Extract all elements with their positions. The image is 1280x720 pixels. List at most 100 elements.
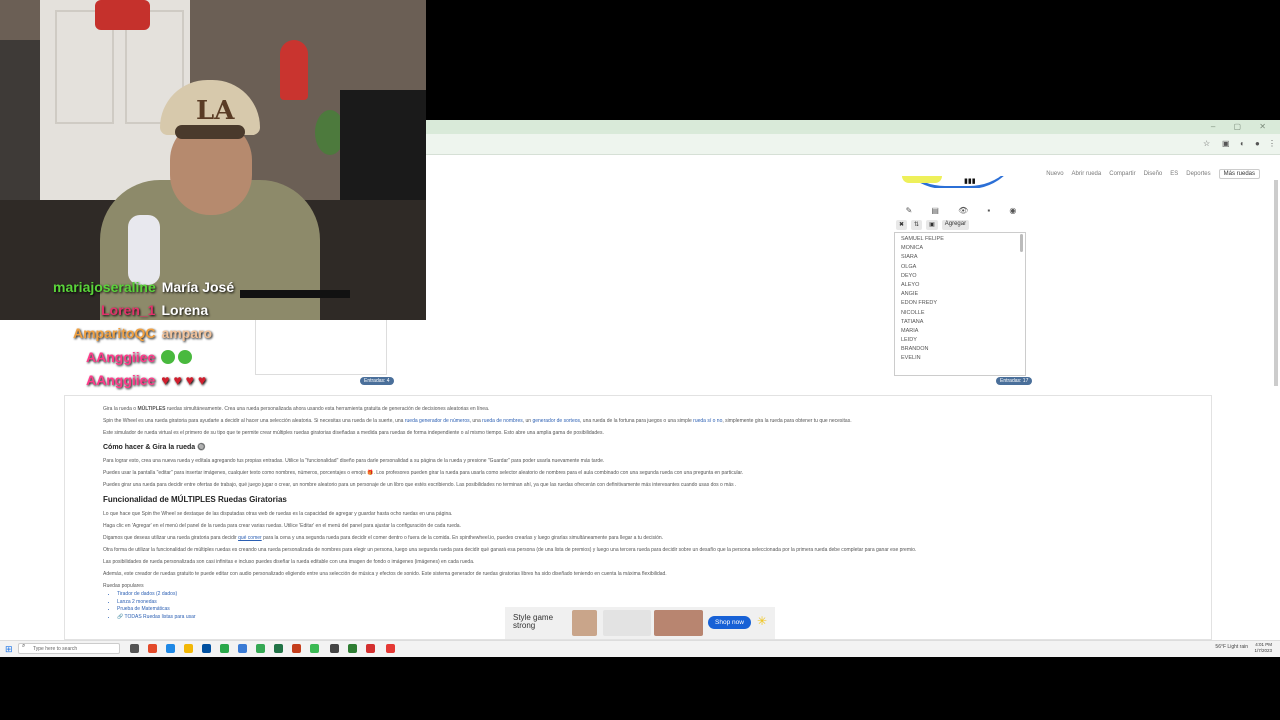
microphone: [128, 215, 160, 285]
more-wheels-button[interactable]: Más ruedas: [1218, 169, 1260, 179]
name-entry: EDON FREDY: [901, 300, 938, 307]
chat-message: AAnggiiee ♥ ♥ ♥ ♥: [86, 372, 206, 388]
obs-icon[interactable]: [330, 644, 339, 653]
sort-button[interactable]: ⇅: [911, 220, 923, 230]
star-icon[interactable]: ☆: [1203, 139, 1210, 148]
heart-icon: ♥: [161, 372, 174, 388]
color-icon[interactable]: ◉: [1009, 206, 1016, 218]
chat-username: AmparitoQC: [73, 325, 156, 341]
chat-text: Lorena: [161, 302, 209, 318]
webcam-overlay: LA: [0, 0, 426, 320]
heart-icon: ♥: [185, 372, 198, 388]
name-entry: SIARA: [901, 254, 918, 261]
app-icon[interactable]: [310, 644, 319, 653]
hide-icon[interactable]: 👁: [958, 206, 968, 218]
name-entry: MARIA: [901, 327, 919, 334]
speaker: [340, 90, 426, 210]
ad-product-image: [572, 610, 597, 636]
chat-username: Loren_1: [101, 302, 156, 318]
names-textarea[interactable]: SAMUEL FELIPE MONICA SIARA OLGA DEYO ALEYO ANG…: [894, 232, 1026, 376]
ad-product-image: [603, 610, 651, 636]
nav-design[interactable]: Diseño: [1144, 171, 1163, 177]
file-explorer-icon[interactable]: [184, 644, 193, 653]
multi-paragraph-6: Además, este creador de ruedas gratuito …: [103, 571, 667, 577]
clock[interactable]: 4:01 PM 1/7/2023: [1254, 642, 1272, 654]
edge-icon[interactable]: [166, 644, 175, 653]
weather-widget[interactable]: 56°F Light rain: [1215, 644, 1248, 650]
shop-now-button[interactable]: Shop now: [708, 616, 751, 629]
date: 1/7/2023: [1254, 648, 1272, 653]
task-view-icon[interactable]: [130, 644, 139, 653]
windows-start-icon[interactable]: ⊞: [5, 644, 13, 655]
name-entry: SAMUEL FELIPE: [901, 236, 944, 242]
app-icon[interactable]: [238, 644, 247, 653]
chrome-icon[interactable]: [256, 644, 265, 653]
name-entry: OLGA: [901, 263, 917, 270]
simulator-paragraph: Este simulador de rueda virtual es el pr…: [103, 430, 604, 436]
name-entry: DEYO: [901, 272, 917, 279]
article-content: Gira la rueda o MÚLTIPLES ruedas simultá…: [64, 395, 1212, 640]
taskbar-search-input[interactable]: Type here to search: [18, 643, 120, 654]
raffle-generator-link[interactable]: generador de sorteos: [532, 418, 580, 424]
app-icon[interactable]: [148, 644, 157, 653]
nav-new[interactable]: Nuevo: [1046, 171, 1063, 177]
wheel-panel-tools: ✎ ▤ 👁 ▪ ◉: [896, 206, 1026, 218]
number-generator-link[interactable]: rueda generador de números: [405, 418, 470, 424]
name-entry: TATIANA: [901, 318, 924, 325]
cap-brim: [175, 125, 245, 139]
menu-icon[interactable]: ⋮: [1268, 139, 1276, 148]
left-wheel-entries[interactable]: [255, 320, 387, 375]
image-button[interactable]: ▣: [926, 220, 938, 230]
nav-open[interactable]: Abrir rueda: [1072, 171, 1102, 177]
avatar-icon[interactable]: ●: [1255, 139, 1260, 148]
multi-paragraph-2: Haga clic en 'Agregar' en el menú del pa…: [103, 523, 461, 529]
nav-share[interactable]: Compartir: [1109, 171, 1135, 177]
app-icon[interactable]: [386, 644, 395, 653]
edit-icon[interactable]: ✎: [906, 206, 913, 218]
ad-headline: Style game strong: [513, 613, 554, 630]
app-icon[interactable]: [348, 644, 357, 653]
window-controls[interactable]: – ▢ ✕: [1211, 122, 1274, 131]
spin-paragraph: Spin the Wheel es una rueda giratoria pa…: [103, 418, 852, 424]
wheel-segment: [902, 176, 942, 183]
names-wheel-link[interactable]: rueda de nombres: [482, 418, 523, 424]
app-icon[interactable]: [366, 644, 375, 653]
name-entry: MONICA: [901, 245, 923, 252]
chat-username: mariajoseraline: [53, 279, 156, 295]
chat-message: mariajoseraline María José: [53, 279, 234, 295]
left-entries-badge: Entradas: 4: [360, 377, 394, 385]
multi-paragraph-5: Las posibilidades de rueda personalizada…: [103, 559, 475, 565]
multi-paragraph-4: Otra forma de utilizar la funcionalidad …: [103, 547, 917, 553]
howto-paragraph-3: Puedes girar una rueda para decidir entr…: [103, 482, 737, 488]
chat-message: AmparitoQC amparo: [73, 325, 212, 341]
howto-paragraph-1: Para lograr esto, crea una nueva rueda y…: [103, 458, 605, 464]
nav-language[interactable]: ES: [1170, 171, 1178, 177]
intro-paragraph: Gira la rueda o MÚLTIPLES ruedas simultá…: [103, 406, 490, 412]
add-button[interactable]: Agregar: [941, 220, 970, 230]
ad-product-image: [654, 610, 703, 636]
popular-link[interactable]: Lanza 2 monedas: [117, 599, 1173, 607]
wheel[interactable]: [892, 176, 1022, 188]
mic-arm: [240, 290, 350, 298]
excel-icon[interactable]: [274, 644, 283, 653]
heart-icon: ♥: [197, 372, 207, 388]
extensions-icon[interactable]: ▣: [1222, 139, 1230, 148]
profile-icon[interactable]: ◐: [1240, 139, 1245, 148]
ad-banner[interactable]: Style game strong Shop now ✳: [505, 607, 775, 639]
save-icon[interactable]: ▤: [931, 206, 939, 218]
chat-username: AAnggiiee: [86, 372, 156, 388]
delete-icon[interactable]: ▪: [987, 206, 990, 218]
shuffle-button[interactable]: ✖: [896, 220, 908, 230]
app-icon[interactable]: [220, 644, 229, 653]
what-to-eat-link[interactable]: qué comer: [238, 535, 262, 541]
popular-link[interactable]: Tirador de dados (2 dados): [117, 591, 1173, 599]
names-scrollbar[interactable]: [1020, 234, 1023, 252]
powerpoint-icon[interactable]: [292, 644, 301, 653]
nav-sports[interactable]: Deportes: [1186, 171, 1210, 177]
yes-no-wheel-link[interactable]: rueda sí o no: [693, 418, 722, 424]
app-icon[interactable]: [202, 644, 211, 653]
page-scrollbar[interactable]: [1274, 180, 1278, 386]
taskbar: ⊞ Type here to search ⌕ 56°F Light rain …: [0, 640, 1280, 657]
wheel-pointer-icon: ▮▮▮: [964, 178, 976, 185]
search-icon: ⌕: [22, 643, 26, 649]
